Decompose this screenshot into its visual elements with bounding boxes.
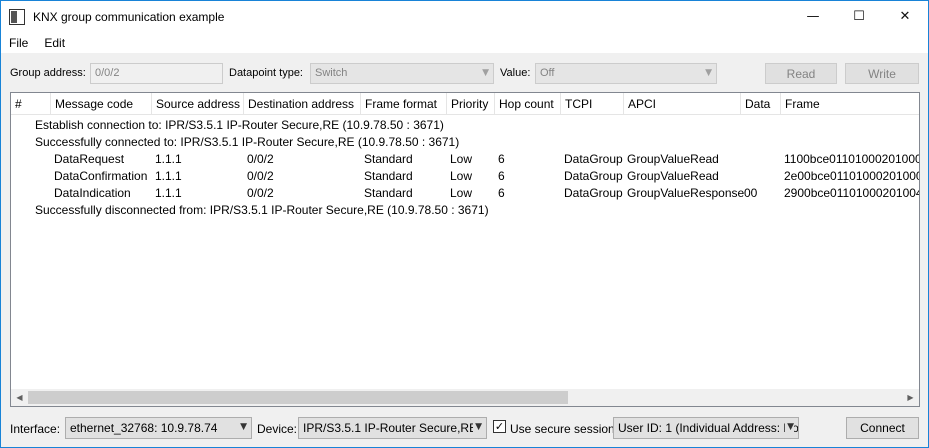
- column-header-priority[interactable]: Priority: [447, 93, 495, 115]
- column-header-frame-format[interactable]: Frame format: [361, 93, 447, 115]
- app-icon: [9, 8, 25, 25]
- menu-edit[interactable]: Edit: [36, 36, 73, 50]
- cell-tcpi: DataGroup: [564, 186, 623, 200]
- column-header-message-code[interactable]: Message code: [51, 93, 152, 115]
- scroll-left-icon[interactable]: ◀: [11, 389, 28, 406]
- cell-apci: GroupValueResponse: [627, 186, 745, 200]
- cell-frame-format: Standard: [364, 169, 413, 183]
- column-header-number[interactable]: #: [11, 93, 51, 115]
- cell-hop-count: 6: [498, 169, 505, 183]
- column-header-hop-count[interactable]: Hop count: [495, 93, 561, 115]
- secure-session-checkbox[interactable]: ✓: [493, 420, 506, 433]
- cell-frame: 1100bce011010002010000: [784, 152, 920, 166]
- cell-apci: GroupValueRead: [627, 152, 719, 166]
- chevron-down-icon: ▼: [705, 68, 712, 78]
- log-line[interactable]: Establish connection to: IPR/S3.5.1 IP-R…: [11, 117, 919, 134]
- group-address-input[interactable]: 0/0/2: [90, 63, 223, 84]
- device-label: Device:: [257, 422, 298, 436]
- interface-label: Interface:: [10, 422, 61, 436]
- column-header-tcpi[interactable]: TCPI: [561, 93, 624, 115]
- value-select[interactable]: Off ▼: [535, 63, 717, 84]
- device-select[interactable]: IPR/S3.5.1 IP-Router Secure,RE ▼: [298, 417, 487, 439]
- column-header-destination-address[interactable]: Destination address: [244, 93, 361, 115]
- cell-hop-count: 6: [498, 152, 505, 166]
- column-header-frame[interactable]: Frame: [781, 93, 919, 115]
- group-address-label: Group address:: [10, 67, 86, 79]
- table-row[interactable]: DataConfirmation 1.1.1 0/0/2 Standard Lo…: [11, 168, 919, 185]
- cell-priority: Low: [450, 152, 473, 166]
- interface-value: ethernet_32768: 10.9.78.74: [70, 421, 218, 435]
- cell-apci: GroupValueRead: [627, 169, 719, 183]
- log-line-text: Successfully disconnected from: IPR/S3.5…: [35, 203, 489, 217]
- chevron-down-icon: ▼: [238, 422, 247, 432]
- message-list[interactable]: # Message code Source address Destinatio…: [10, 92, 920, 407]
- title-bar[interactable]: KNX group communication example — ☐ ✕: [1, 1, 928, 32]
- datapoint-type-label: Datapoint type:: [229, 67, 303, 79]
- chevron-down-icon: ▼: [785, 422, 794, 432]
- cell-message-code: DataRequest: [54, 152, 125, 166]
- list-header: # Message code Source address Destinatio…: [11, 93, 919, 115]
- connection-bar: Interface: ethernet_32768: 10.9.78.74 ▼ …: [1, 414, 928, 444]
- value-label: Value:: [500, 67, 531, 79]
- window-title: KNX group communication example: [33, 9, 225, 24]
- cell-source: 1.1.1: [155, 169, 182, 183]
- user-id-value: User ID: 1 (Individual Address: No: [618, 421, 799, 435]
- cell-frame-format: Standard: [364, 186, 413, 200]
- window-controls: — ☐ ✕: [790, 1, 928, 32]
- maximize-button[interactable]: ☐: [836, 1, 882, 32]
- cell-source: 1.1.1: [155, 152, 182, 166]
- checkmark-icon: ✓: [494, 420, 505, 433]
- menu-bar: File Edit: [1, 32, 928, 53]
- cell-message-code: DataIndication: [54, 186, 131, 200]
- table-row[interactable]: DataRequest 1.1.1 0/0/2 Standard Low 6 D…: [11, 151, 919, 168]
- column-header-apci[interactable]: APCI: [624, 93, 741, 115]
- cell-destination: 0/0/2: [247, 152, 274, 166]
- cell-priority: Low: [450, 169, 473, 183]
- column-header-data[interactable]: Data: [741, 93, 781, 115]
- cell-frame: 2e00bce011010002010000: [784, 169, 920, 183]
- connect-button[interactable]: Connect: [846, 417, 919, 439]
- cell-hop-count: 6: [498, 186, 505, 200]
- cell-tcpi: DataGroup: [564, 169, 623, 183]
- chevron-down-icon: ▼: [473, 422, 482, 432]
- column-header-source-address[interactable]: Source address: [152, 93, 244, 115]
- write-button[interactable]: Write: [845, 63, 919, 84]
- scroll-right-icon[interactable]: ▶: [902, 389, 919, 406]
- datapoint-type-value: Switch: [315, 67, 348, 79]
- interface-select[interactable]: ethernet_32768: 10.9.78.74 ▼: [65, 417, 252, 439]
- close-button[interactable]: ✕: [882, 1, 928, 32]
- value-select-value: Off: [540, 67, 555, 79]
- cell-tcpi: DataGroup: [564, 152, 623, 166]
- cell-frame: 2900bce011010002010040: [784, 186, 920, 200]
- horizontal-scrollbar[interactable]: ◀ ▶: [11, 389, 919, 406]
- datapoint-type-select[interactable]: Switch ▼: [310, 63, 494, 84]
- cell-destination: 0/0/2: [247, 169, 274, 183]
- cell-priority: Low: [450, 186, 473, 200]
- log-line-text: Successfully connected to: IPR/S3.5.1 IP…: [35, 135, 460, 149]
- user-id-select[interactable]: User ID: 1 (Individual Address: No ▼: [613, 417, 799, 439]
- log-line[interactable]: Successfully disconnected from: IPR/S3.5…: [11, 202, 919, 219]
- cell-message-code: DataConfirmation: [54, 169, 148, 183]
- device-value: IPR/S3.5.1 IP-Router Secure,RE: [303, 421, 478, 435]
- cell-source: 1.1.1: [155, 186, 182, 200]
- app-window: KNX group communication example — ☐ ✕ Fi…: [0, 0, 929, 448]
- cell-data: 00: [744, 186, 758, 200]
- secure-session-label[interactable]: Use secure session: [510, 422, 615, 436]
- menu-file[interactable]: File: [1, 36, 36, 50]
- cell-destination: 0/0/2: [247, 186, 274, 200]
- log-line-text: Establish connection to: IPR/S3.5.1 IP-R…: [35, 118, 444, 132]
- cell-frame-format: Standard: [364, 152, 413, 166]
- toolbar: Group address: 0/0/2 Datapoint type: Swi…: [1, 58, 928, 88]
- read-button[interactable]: Read: [765, 63, 837, 84]
- chevron-down-icon: ▼: [482, 68, 489, 78]
- log-line[interactable]: Successfully connected to: IPR/S3.5.1 IP…: [11, 134, 919, 151]
- table-row[interactable]: DataIndication 1.1.1 0/0/2 Standard Low …: [11, 185, 919, 202]
- scrollbar-thumb[interactable]: [28, 391, 568, 404]
- minimize-button[interactable]: —: [790, 1, 836, 32]
